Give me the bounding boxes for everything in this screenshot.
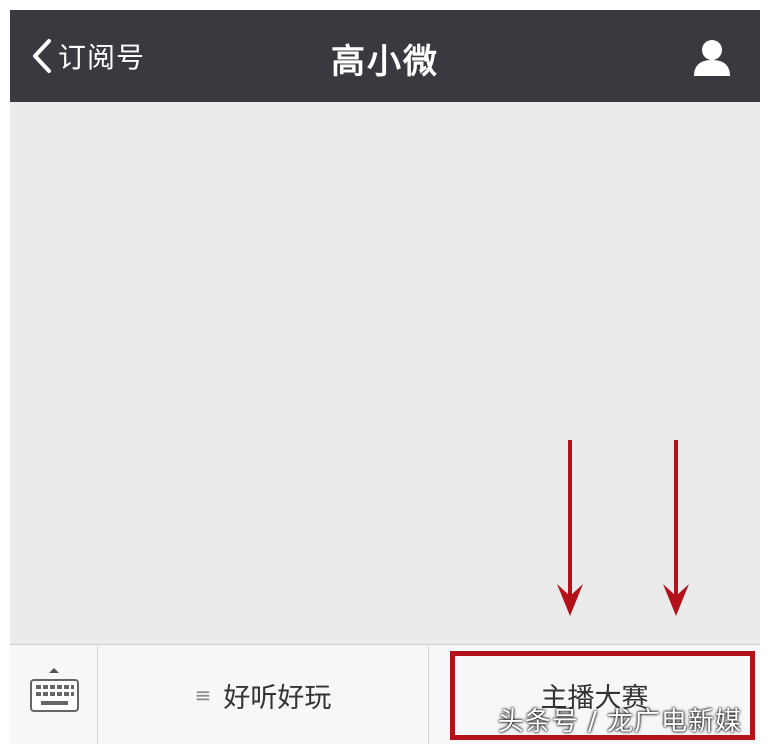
menu-item-label: 好听好玩 xyxy=(223,682,332,714)
menu-item-haoting-haowan[interactable]: ≡ 好听好玩 xyxy=(98,645,429,744)
person-icon xyxy=(694,40,730,76)
watermark: 头条号 / 龙广电新媒 xyxy=(497,707,742,737)
wechat-screen: 订阅号 高小微 ≡ 好听好玩 主播大赛 头条号 / 龙广电新媒 xyxy=(10,10,760,744)
keyboard-icon xyxy=(30,668,79,712)
keyboard-toggle-button[interactable] xyxy=(10,645,98,744)
submenu-icon: ≡ xyxy=(194,683,212,707)
profile-button[interactable] xyxy=(692,38,732,78)
top-navigation-bar: 订阅号 高小微 xyxy=(10,10,760,102)
chat-area xyxy=(10,102,760,644)
page-title: 高小微 xyxy=(331,42,439,82)
